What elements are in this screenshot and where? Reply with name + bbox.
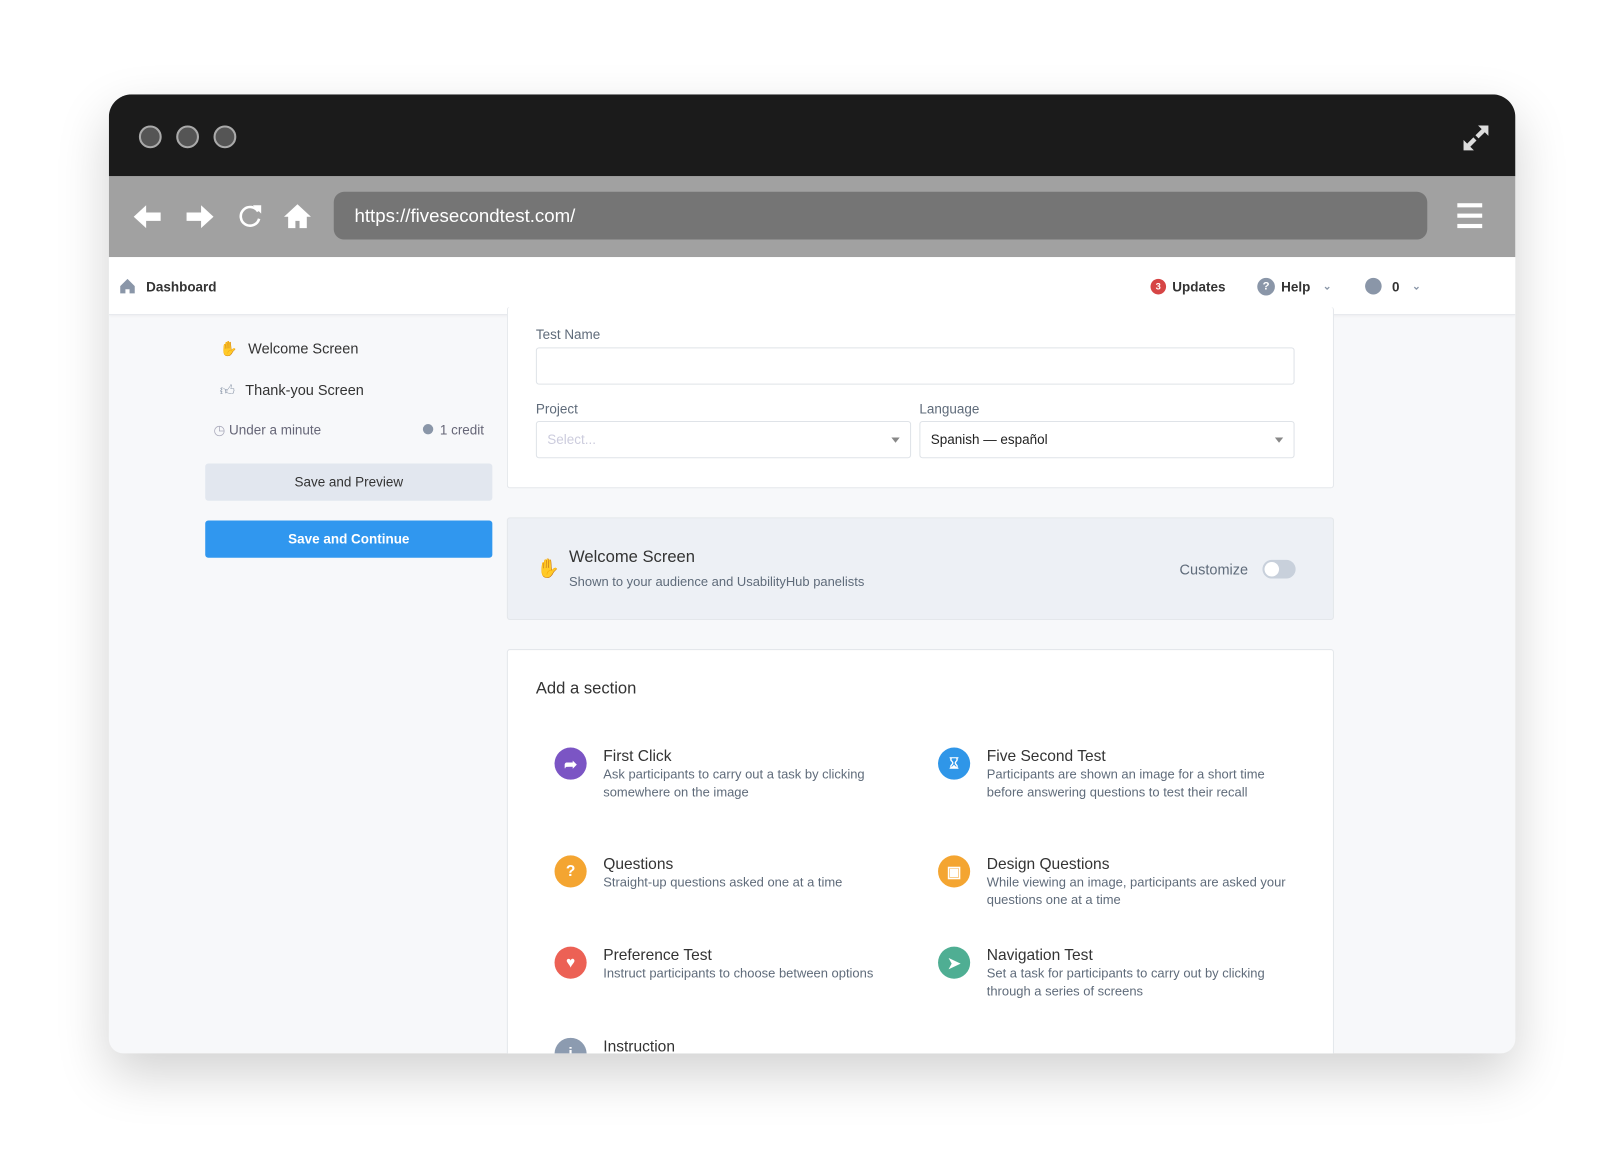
updates-label: Updates <box>1172 278 1226 294</box>
title-bar <box>108 94 1516 177</box>
duration: ◷ Under a minute <box>214 422 322 439</box>
info-icon: i <box>554 1037 587 1054</box>
chevron-down-icon: ⌄ <box>1322 280 1332 292</box>
welcome-title: Welcome Screen <box>569 548 696 567</box>
back-icon[interactable] <box>132 201 163 232</box>
section-option-design-questions[interactable]: ▣ Design Questions While viewing an image,… <box>938 855 1290 908</box>
section-option-instruction[interactable]: i Instruction <box>554 1037 907 1054</box>
section-option-five-second-test[interactable]: ⌛︎ Five Second Test Participants are shown… <box>938 747 1290 801</box>
home-icon <box>120 278 135 294</box>
test-details-card: Test Name Project Select... Language Spa… <box>506 306 1334 489</box>
caret-down-icon <box>891 437 900 447</box>
thumbs-up-icon: 👍︎ <box>219 381 235 398</box>
caret-down-icon <box>1274 437 1284 447</box>
wave-hand-icon: ✋ <box>219 339 238 357</box>
clock-icon: ◷ <box>213 421 226 438</box>
hamburger-menu-icon[interactable] <box>1457 203 1483 229</box>
expand-icon[interactable] <box>1459 121 1492 154</box>
section-title: Navigation Test <box>986 946 1093 965</box>
sidebar: ✋ Welcome Screen 👍︎ Thank-you Screen ◷ Und… <box>205 328 493 558</box>
language-select[interactable]: Spanish — español <box>919 420 1295 459</box>
dashboard-link[interactable]: Dashboard <box>119 257 217 315</box>
language-label: Language <box>919 401 980 417</box>
project-label: Project <box>535 401 578 417</box>
credits-count: 0 <box>1392 278 1400 294</box>
image-icon: ▣ <box>938 855 971 888</box>
window-close-button[interactable] <box>138 125 162 149</box>
credits-dropdown[interactable]: 0 ⌄ <box>1365 257 1421 315</box>
section-title: Questions <box>603 855 674 873</box>
section-description: While viewing an image, participants are… <box>986 875 1286 907</box>
section-description: Participants are shown an image for a sh… <box>986 767 1265 799</box>
welcome-subtitle: Shown to your audience and UsabilityHub … <box>569 574 865 589</box>
section-description: Straight-up questions asked one at a tim… <box>603 875 843 890</box>
chevron-down-icon: ⌄ <box>1411 280 1421 292</box>
help-icon: ? <box>1257 277 1275 295</box>
section-option-navigation-test[interactable]: ➤ Navigation Test Set a task for participa… <box>938 946 1290 1000</box>
language-value: Spanish — español <box>930 431 1048 447</box>
section-title: Preference Test <box>603 946 712 965</box>
section-description: Ask participants to carry out a task by … <box>603 767 865 799</box>
reload-icon[interactable] <box>234 201 265 232</box>
duration-text: Under a minute <box>229 421 322 438</box>
updates-count-badge: 3 <box>1150 278 1167 294</box>
sidebar-item-thank-you-screen[interactable]: 👍︎ Thank-you Screen <box>205 369 492 410</box>
credit-coin-icon <box>1365 277 1382 295</box>
section-title: Five Second Test <box>986 747 1106 766</box>
window-maximize-button[interactable] <box>213 125 237 149</box>
customize-label: Customize <box>1179 560 1249 578</box>
section-option-questions[interactable]: ? Questions Straight-up questions asked on… <box>554 855 907 891</box>
project-placeholder: Select... <box>547 431 596 447</box>
help-label: Help <box>1281 278 1311 294</box>
section-option-preference-test[interactable]: ♥ Preference Test Instruct participants to… <box>554 946 907 983</box>
section-description: Set a task for participants to carry out… <box>986 966 1265 998</box>
section-title: Instruction <box>603 1037 675 1054</box>
hourglass-icon: ⌛︎ <box>938 747 971 780</box>
browser-toolbar: https://fivesecondtest.com/ <box>108 176 1516 258</box>
add-section-title: Add a section <box>535 680 637 698</box>
cursor-icon: ➦ <box>554 747 587 780</box>
cost-text: 1 credit <box>439 421 485 438</box>
window-minimize-button[interactable] <box>176 125 200 149</box>
section-title: First Click <box>603 747 672 766</box>
credit-coin-icon <box>423 424 434 435</box>
cost: 1 credit <box>423 422 484 439</box>
sidebar-item-label: Thank-you Screen <box>245 381 364 399</box>
sidebar-item-welcome-screen[interactable]: ✋ Welcome Screen <box>205 328 492 369</box>
save-and-preview-button[interactable]: Save and Preview <box>205 463 493 501</box>
forward-icon[interactable] <box>184 201 215 232</box>
home-icon[interactable] <box>282 201 313 232</box>
wave-hand-icon: ✋ <box>536 557 561 579</box>
heart-icon: ♥ <box>554 946 587 979</box>
browser-window: https://fivesecondtest.com/ Dashboard 3 … <box>108 94 1516 1054</box>
test-name-label: Test Name <box>535 326 601 343</box>
section-option-first-click[interactable]: ➦ First Click Ask participants to carry ou… <box>554 747 907 801</box>
customize-toggle[interactable] <box>1262 559 1296 579</box>
navigation-arrow-icon: ➤ <box>938 946 971 979</box>
sidebar-item-label: Welcome Screen <box>248 340 359 357</box>
project-select[interactable]: Select... <box>535 420 912 459</box>
question-icon: ? <box>554 855 587 888</box>
add-section-card: Add a section ➦ First Click Ask participan… <box>506 649 1334 1054</box>
dashboard-label: Dashboard <box>146 278 217 294</box>
section-title: Design Questions <box>986 855 1110 873</box>
section-description: Instruct participants to choose between … <box>603 966 874 981</box>
test-name-input[interactable] <box>535 347 1295 385</box>
save-and-continue-button[interactable]: Save and Continue <box>205 520 493 558</box>
url-bar[interactable]: https://fivesecondtest.com/ <box>333 191 1428 240</box>
welcome-screen-card: ✋ Welcome Screen Shown to your audience … <box>506 517 1334 621</box>
